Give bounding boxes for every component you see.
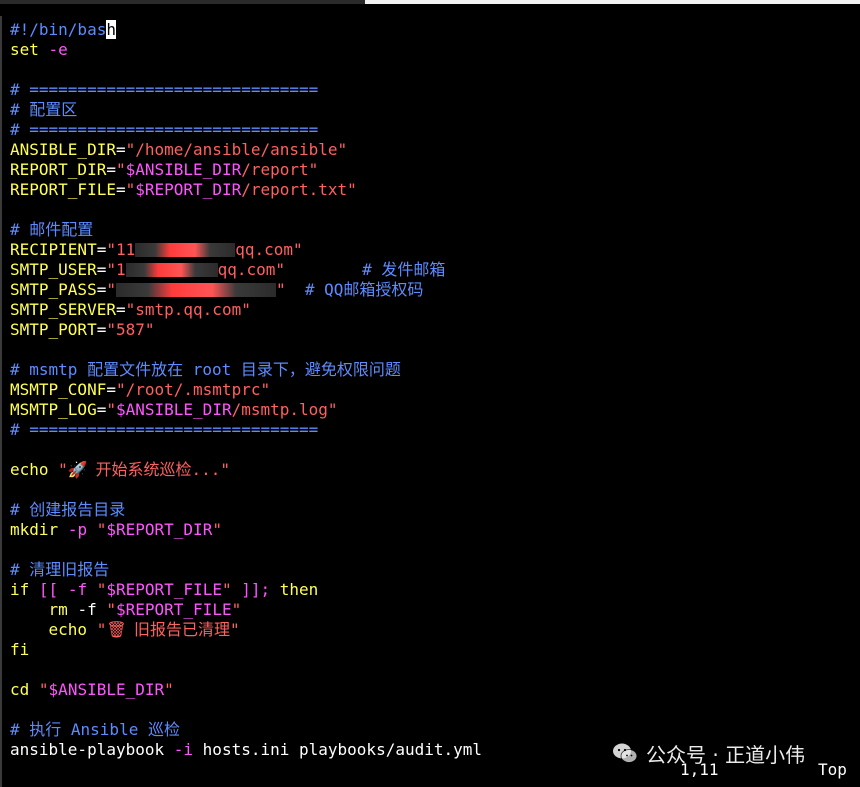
recipient-prefix: "11 [106, 240, 136, 259]
mkdir-var: $REPORT_DIR [106, 520, 213, 539]
code-line-separator-3: # ============================== [10, 420, 319, 439]
smtp-pass-comment: # QQ邮箱授权码 [304, 280, 424, 299]
report-dir-name: REPORT_DIR [10, 160, 107, 179]
report-file-suffix: /report.txt" [241, 180, 357, 199]
window-top-bar [0, 0, 860, 4]
if-open-bracket: [[ [38, 580, 59, 599]
report-dir-var: $ANSIBLE_DIR [125, 160, 242, 179]
rocket-icon: 🚀 [67, 460, 88, 479]
mkdir-flag: -p [67, 520, 88, 539]
wechat-icon [613, 743, 638, 763]
msmtp-log-var: $ANSIBLE_DIR [115, 400, 232, 419]
code-line-mkdir: mkdir -p "$REPORT_DIR" [10, 520, 222, 539]
active-tab-strip[interactable] [365, 0, 860, 4]
report-file-name: REPORT_FILE [10, 180, 116, 199]
code-line-cd: cd "$ANSIBLE_DIR" [10, 680, 174, 699]
playbook-flag: -i [173, 740, 194, 759]
code-line-echo-clean: echo "🗑 旧报告已清理" [48, 620, 240, 639]
if-close-bracket: ]]; [241, 580, 271, 599]
smtp-server-name: SMTP_SERVER [10, 300, 116, 319]
recipient-suffix: qq.com" [235, 240, 303, 259]
code-line-run-comment: # 执行 Ansible 巡检 [10, 720, 180, 739]
smtp-user-prefix: "1 [106, 260, 126, 279]
code-line-separator-2: # ============================== [10, 120, 319, 139]
msmtp-conf-value: "/root/.msmtprc" [115, 380, 271, 399]
msmtp-conf-name: MSMTP_CONF [10, 380, 107, 399]
code-line-msmtp-log: MSMTP_LOG="$ANSIBLE_DIR/msmtp.log" [10, 400, 338, 419]
ansible-dir-value: "/home/ansible/ansible" [125, 140, 348, 159]
echo-clean-text: 旧报告已清理" [124, 620, 240, 639]
code-line-shebang: #!/bin/bash [10, 20, 116, 40]
redacted-email-blur [135, 243, 236, 257]
code-line-fi: fi [10, 640, 30, 659]
if-var: $REPORT_FILE [106, 580, 222, 599]
rm-var: $REPORT_FILE [115, 600, 232, 619]
if-flag: -f [67, 580, 88, 599]
smtp-port-value: "587" [106, 320, 155, 339]
code-line-report-dir: REPORT_DIR="$ANSIBLE_DIR/report" [10, 160, 319, 179]
rm-command: rm [48, 600, 68, 619]
smtp-user-comment: # 发件邮箱 [362, 260, 446, 279]
code-line-rm: rm -f "$REPORT_FILE" [48, 600, 242, 619]
then-keyword: then [279, 580, 319, 599]
ansible-dir-name: ANSIBLE_DIR [10, 140, 116, 159]
echo-open-quote: " [58, 460, 68, 479]
code-line-echo-start: echo "🚀 开始系统巡检..." [10, 460, 230, 480]
smtp-pass-prefix: " [106, 280, 116, 299]
code-line-mail-title: # 邮件配置 [10, 220, 94, 239]
code-line-ansible-dir: ANSIBLE_DIR="/home/ansible/ansible" [10, 140, 348, 159]
smtp-user-suffix: qq.com" [217, 260, 286, 279]
cd-command: cd [10, 680, 30, 699]
code-line-config-title: # 配置区 [10, 100, 78, 119]
msmtp-log-name: MSMTP_LOG [10, 400, 97, 419]
set-flag: -e [48, 40, 68, 59]
echo-command: echo [48, 620, 88, 639]
cursor-position: 1,11 [680, 760, 719, 779]
watermark-text: 公众号 · 正道小伟 [646, 742, 806, 767]
code-line-msmtp-conf: MSMTP_CONF="/root/.msmtprc" [10, 380, 271, 399]
smtp-pass-name: SMTP_PASS [10, 280, 97, 299]
redacted-email-blur [125, 263, 218, 277]
code-line-report-file: REPORT_FILE="$REPORT_DIR/report.txt" [10, 180, 357, 199]
echo-start-text: 开始系统巡检..." [85, 460, 230, 479]
if-keyword: if [10, 580, 30, 599]
code-line-clean-comment: # 清理旧报告 [10, 560, 110, 579]
code-line-mkdir-comment: # 创建报告目录 [10, 500, 126, 519]
set-command: set [10, 40, 39, 59]
vim-editor[interactable]: #!/bin/bash set -e # ===================… [0, 16, 858, 787]
code-line-if: if [[ -f "$REPORT_FILE" ]]; then [10, 580, 319, 599]
code-line-msmtp-comment: # msmtp 配置文件放在 root 目录下，避免权限问题 [10, 360, 401, 379]
recipient-name: RECIPIENT [10, 240, 97, 259]
mkdir-command: mkdir [10, 520, 59, 539]
text-cursor: h [106, 20, 116, 39]
code-line-separator-1: # ============================== [10, 80, 319, 99]
playbook-command: ansible-playbook [10, 740, 165, 759]
playbook-args: hosts.ini playbooks/audit.yml [202, 740, 483, 759]
shebang-text: #!/bin/bas [10, 20, 107, 39]
code-line-smtp-user: SMTP_USER="1 qq.com" # 发件邮箱 [10, 260, 446, 279]
report-dir-suffix: /report" [241, 160, 319, 179]
scroll-position: Top [818, 760, 847, 779]
smtp-port-name: SMTP_PORT [10, 320, 97, 339]
smtp-user-name: SMTP_USER [10, 260, 97, 279]
smtp-server-value: "smtp.qq.com" [125, 300, 251, 319]
redacted-password-blur [115, 283, 276, 297]
cd-var: $ANSIBLE_DIR [48, 680, 165, 699]
code-line-smtp-server: SMTP_SERVER="smtp.qq.com" [10, 300, 251, 319]
code-line-playbook: ansible-playbook -i hosts.ini playbooks/… [10, 740, 482, 760]
code-line-smtp-port: SMTP_PORT="587" [10, 320, 155, 339]
code-line-recipient: RECIPIENT="11 qq.com" [10, 240, 303, 259]
msmtp-log-suffix: /msmtp.log" [231, 400, 338, 419]
report-file-var: $REPORT_DIR [135, 180, 242, 199]
trash-icon: 🗑 [106, 620, 127, 639]
smtp-pass-suffix: " [275, 280, 286, 299]
code-line-set: set -e [10, 40, 68, 60]
echo-command: echo [10, 460, 49, 479]
code-line-smtp-pass: SMTP_PASS=" " # QQ邮箱授权码 [10, 280, 424, 299]
rm-flag: -f [77, 600, 97, 619]
